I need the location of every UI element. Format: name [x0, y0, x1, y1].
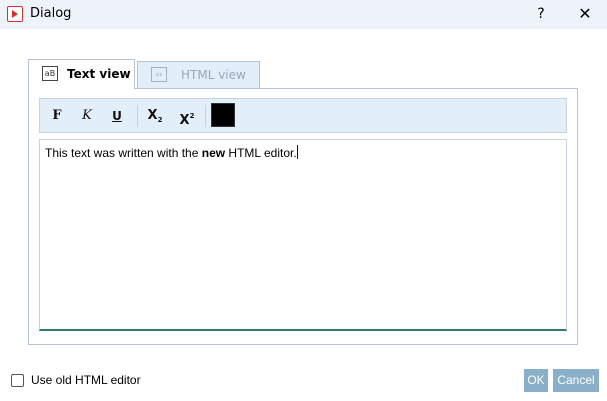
superscript-mark: 2 [189, 112, 195, 120]
subscript-button[interactable]: X2 [144, 105, 166, 127]
use-old-editor-checkbox[interactable] [11, 374, 24, 387]
text-color-picker[interactable] [211, 103, 235, 127]
use-old-editor-label: Use old HTML editor [31, 373, 141, 387]
title-bar: Dialog ? ✕ [0, 0, 607, 29]
help-button[interactable]: ? [530, 3, 552, 25]
superscript-button[interactable]: X2 [176, 105, 198, 128]
ok-button[interactable]: OK [524, 369, 548, 392]
editor-text-bold: new [201, 146, 226, 160]
format-toolbar: F K U X2 X2 [39, 98, 567, 133]
text-caret [296, 145, 298, 159]
text-view-icon: aB [42, 66, 58, 81]
editor-content: This text was written with the new HTML … [45, 145, 298, 160]
editor-text-before: This text was written with the [45, 146, 202, 160]
tab-text-view-label: Text view [67, 67, 131, 81]
subscript-label: X [147, 108, 158, 123]
tab-text-view[interactable]: aB Text view [28, 59, 135, 89]
superscript-label: X [179, 113, 190, 128]
tab-html-view[interactable]: ‹› HTML view [137, 61, 260, 88]
app-icon [7, 6, 23, 22]
underline-button[interactable]: U [106, 105, 128, 127]
tab-html-view-label: HTML view [181, 68, 246, 82]
html-view-icon: ‹› [151, 67, 167, 82]
rich-text-editor[interactable]: This text was written with the new HTML … [39, 139, 567, 331]
close-button[interactable]: ✕ [572, 3, 598, 25]
toolbar-separator [205, 105, 206, 127]
subscript-mark: 2 [157, 116, 163, 124]
bold-button[interactable]: F [46, 105, 68, 127]
editor-text-after: HTML editor. [225, 146, 297, 160]
italic-button[interactable]: K [76, 105, 98, 127]
window-title: Dialog [30, 6, 72, 21]
cancel-button[interactable]: Cancel [553, 369, 599, 392]
toolbar-separator [137, 105, 138, 127]
